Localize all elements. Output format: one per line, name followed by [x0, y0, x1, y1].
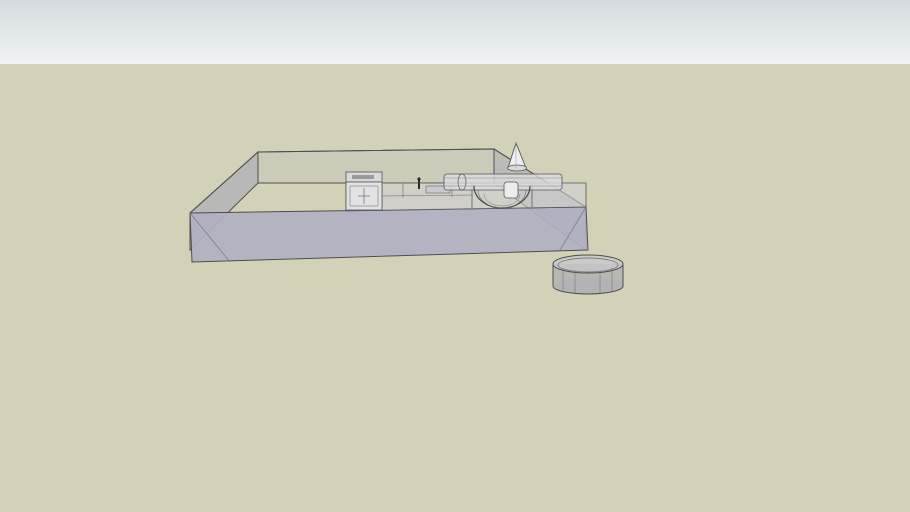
ring[interactable]: [552, 254, 624, 295]
cone-body: [507, 141, 527, 169]
model-scene: [189, 141, 624, 295]
base-box-front-face: [189, 206, 589, 263]
model-viewport[interactable]: [0, 0, 910, 512]
small-cabinet[interactable]: [345, 171, 383, 211]
cone[interactable]: [507, 141, 527, 172]
pipe-body: [443, 173, 563, 191]
